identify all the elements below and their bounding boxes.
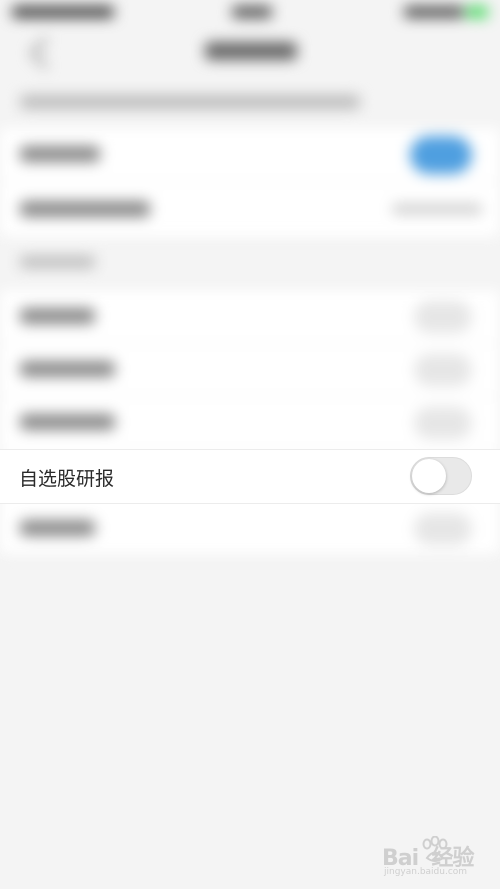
notice-text [20,95,360,109]
toggle-switch[interactable] [414,301,472,333]
toggle-switch[interactable] [414,513,472,545]
settings-row[interactable] [0,343,500,397]
watermark: Bai 经验 jingyan.baidu.com [378,836,496,882]
navigation-bar [0,26,500,78]
page-title [205,42,297,60]
back-arrow-icon[interactable] [29,37,61,69]
toggle-switch-on[interactable] [410,136,472,174]
toggle-switch[interactable] [414,354,472,386]
settings-row[interactable] [0,396,500,450]
toggle-switch[interactable] [414,407,472,439]
settings-group-subscriptions [0,290,500,556]
battery-percentage [404,6,464,18]
battery-icon [466,6,488,18]
row-value [392,204,482,214]
row-label: 自选股研报 [19,468,115,490]
carrier-signal [12,6,114,18]
toggle-switch-off[interactable] [410,457,472,495]
section-header [20,256,95,268]
toggle-knob [412,459,446,493]
settings-row[interactable] [0,290,500,344]
settings-row-watchlist-reports[interactable]: 自选股研报 [0,449,500,504]
row-label [20,201,150,217]
row-label [20,520,95,536]
settings-row[interactable] [0,502,500,556]
clock [232,6,272,18]
row-label [20,308,95,324]
row-label [20,361,115,377]
watermark-url: jingyan.baidu.com [384,867,468,877]
status-bar [0,0,500,26]
row-label [20,414,115,430]
row-label [20,146,100,162]
